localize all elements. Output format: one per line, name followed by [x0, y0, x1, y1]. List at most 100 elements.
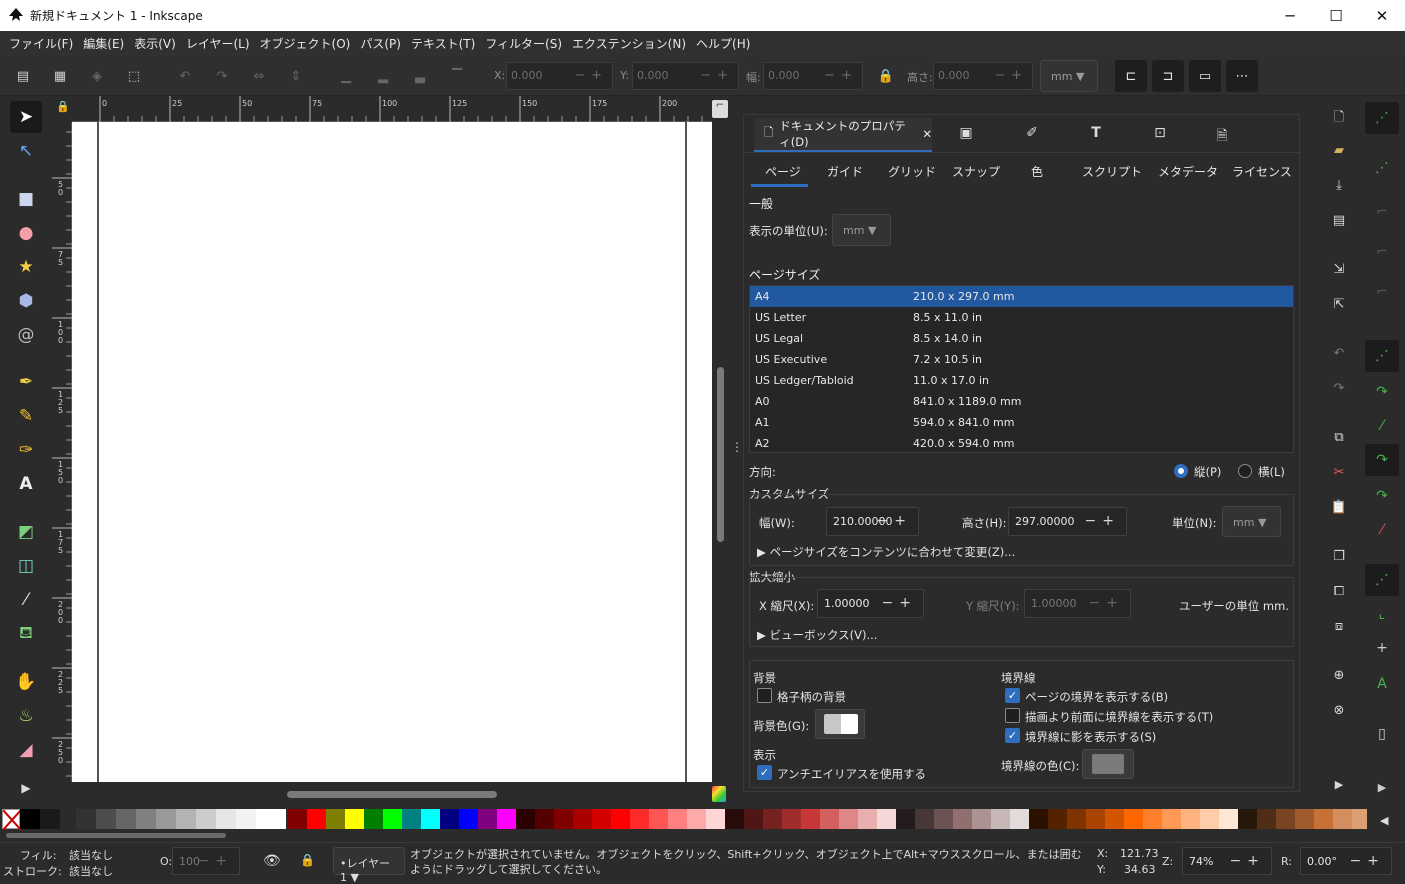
width-field[interactable]: 210.00000 −+: [826, 507, 919, 536]
swatch[interactable]: [236, 809, 256, 829]
snap-path-intersection-icon[interactable]: ⁄: [1365, 410, 1399, 442]
snap-bbox-corner-icon[interactable]: ⌐: [1365, 236, 1399, 268]
expand-snap-icon[interactable]: ▶: [1365, 772, 1399, 804]
width-stepper-icon[interactable]: −+: [877, 513, 912, 529]
horizontal-scrollbar[interactable]: [72, 782, 726, 806]
eye-icon[interactable]: 👁: [263, 853, 281, 869]
palette-menu-icon[interactable]: ◀: [1380, 814, 1388, 827]
swatch[interactable]: [516, 809, 535, 829]
swatch[interactable]: [763, 809, 782, 829]
eraser-tool-icon[interactable]: ◢: [10, 734, 42, 766]
menu-layer[interactable]: レイヤー(L): [181, 35, 255, 52]
rotate-ccw-icon[interactable]: ↶: [175, 66, 195, 86]
snap-path-icon[interactable]: ↷: [1365, 376, 1399, 408]
swatch[interactable]: [383, 809, 402, 829]
node-tool-icon[interactable]: ↖: [10, 135, 42, 167]
menu-view[interactable]: 表示(V): [129, 35, 181, 52]
swatch[interactable]: [1086, 809, 1105, 829]
text-font-icon[interactable]: T: [1086, 125, 1106, 143]
menu-filters[interactable]: フィルター(S): [480, 35, 567, 52]
swatch[interactable]: [896, 809, 915, 829]
swatch[interactable]: [858, 809, 877, 829]
height-field[interactable]: 297.00000 −+: [1008, 507, 1127, 536]
width-input[interactable]: 0.000 −+: [763, 62, 863, 90]
selector-tool-icon[interactable]: ➤: [10, 101, 42, 133]
tab-color[interactable]: 色: [1031, 163, 1043, 180]
swatch[interactable]: [96, 809, 116, 829]
bezier-tool-icon[interactable]: ✒: [10, 366, 42, 398]
swatch[interactable]: [497, 809, 516, 829]
antialias-checkbox[interactable]: ✓: [757, 765, 772, 780]
swatch[interactable]: [972, 809, 991, 829]
flip-vertical-icon[interactable]: ⇕: [286, 66, 306, 86]
open-file-icon[interactable]: ▰: [1328, 143, 1350, 165]
menu-help[interactable]: ヘルプ(H): [691, 35, 755, 52]
yscale-field[interactable]: 1.00000 −+: [1024, 589, 1131, 618]
list-item[interactable]: A1 594.0 x 841.0 mm: [750, 412, 1293, 433]
swatch[interactable]: [1314, 809, 1333, 829]
flip-horizontal-icon[interactable]: ⇔: [249, 66, 269, 86]
swatch[interactable]: [573, 809, 592, 829]
3d-box-tool-icon[interactable]: ⬢: [10, 285, 42, 317]
yscale-stepper-icon[interactable]: −+: [1089, 595, 1124, 611]
lock-ratio-icon[interactable]: 🔒: [876, 66, 896, 86]
list-item[interactable]: US Ledger/Tabloid 11.0 x 17.0 in: [750, 370, 1293, 391]
snap-page-border-icon[interactable]: ▯: [1365, 718, 1399, 750]
new-document-icon[interactable]: 🗋: [1328, 108, 1350, 130]
swatch[interactable]: [953, 809, 972, 829]
background-color-button[interactable]: [815, 709, 865, 739]
viewbox-expander[interactable]: ▶ ビューボックス(V)...: [757, 627, 877, 643]
calligraphy-tool-icon[interactable]: ✑: [10, 434, 42, 466]
rotate-stepper-icon[interactable]: −+: [1350, 853, 1385, 869]
export-file-icon[interactable]: ⇱: [1328, 297, 1350, 319]
snap-line-midpoint-icon[interactable]: ⁄: [1365, 514, 1399, 546]
swatch[interactable]: [176, 809, 196, 829]
swatch[interactable]: [820, 809, 839, 829]
swatch[interactable]: [1200, 809, 1219, 829]
select-all-icon[interactable]: ▤: [13, 66, 33, 86]
hscroll-thumb[interactable]: [287, 791, 497, 798]
gradient-tool-icon[interactable]: ◩: [10, 516, 42, 548]
menu-edit[interactable]: 編集(E): [78, 35, 129, 52]
swatch[interactable]: [459, 809, 478, 829]
menu-file[interactable]: ファイル(F): [4, 35, 78, 52]
tab-grids[interactable]: グリッド: [888, 163, 936, 180]
swatch[interactable]: [1010, 809, 1029, 829]
swatch[interactable]: [440, 809, 459, 829]
swatch[interactable]: [116, 809, 136, 829]
swatch[interactable]: [554, 809, 573, 829]
snap-text-baseline-icon[interactable]: A: [1365, 668, 1399, 700]
palette-scroll-thumb[interactable]: [6, 833, 226, 838]
close-tab-icon[interactable]: ✕: [922, 127, 932, 141]
tab-document-properties[interactable]: 🗋 ドキュメントのプロパティ(D) ✕: [754, 118, 932, 152]
swatch[interactable]: [478, 809, 497, 829]
ungroup-icon[interactable]: ⊗: [1328, 703, 1350, 725]
print-icon[interactable]: ▤: [1328, 213, 1350, 235]
canvas-corner-icon[interactable]: ⌐: [712, 100, 728, 118]
import-icon[interactable]: ⇲: [1328, 262, 1350, 284]
zoom-stepper-icon[interactable]: −+: [1230, 853, 1265, 869]
swatch[interactable]: [877, 809, 896, 829]
tab-license[interactable]: ライセンス: [1232, 163, 1292, 180]
swatch[interactable]: [934, 809, 953, 829]
objects-icon[interactable]: ⊡: [1150, 125, 1170, 143]
swatch[interactable]: [136, 809, 156, 829]
swatch[interactable]: [1276, 809, 1295, 829]
swatch[interactable]: [668, 809, 687, 829]
tab-snap[interactable]: スナップ: [952, 163, 1000, 180]
dock-handle-icon[interactable]: ⋮: [731, 440, 743, 460]
opacity-field[interactable]: 100 −+: [172, 847, 240, 875]
swatch[interactable]: [288, 809, 307, 829]
border-on-top-checkbox[interactable]: [1005, 708, 1020, 723]
swatch-white[interactable]: [256, 809, 286, 829]
rotate-field[interactable]: 0.00° −+: [1300, 847, 1392, 875]
redo-icon[interactable]: ↷: [1328, 381, 1350, 403]
snap-toggle-icon[interactable]: ⋰: [1365, 102, 1399, 134]
y-input[interactable]: 0.000 −+: [632, 62, 739, 90]
cut-icon[interactable]: ✂: [1328, 465, 1350, 487]
swatch[interactable]: [687, 809, 706, 829]
swatch[interactable]: [421, 809, 440, 829]
paint-bucket-tool-icon[interactable]: ⛾: [10, 618, 42, 650]
undo-icon[interactable]: ↶: [1328, 346, 1350, 368]
vscroll-thumb[interactable]: [717, 367, 724, 542]
